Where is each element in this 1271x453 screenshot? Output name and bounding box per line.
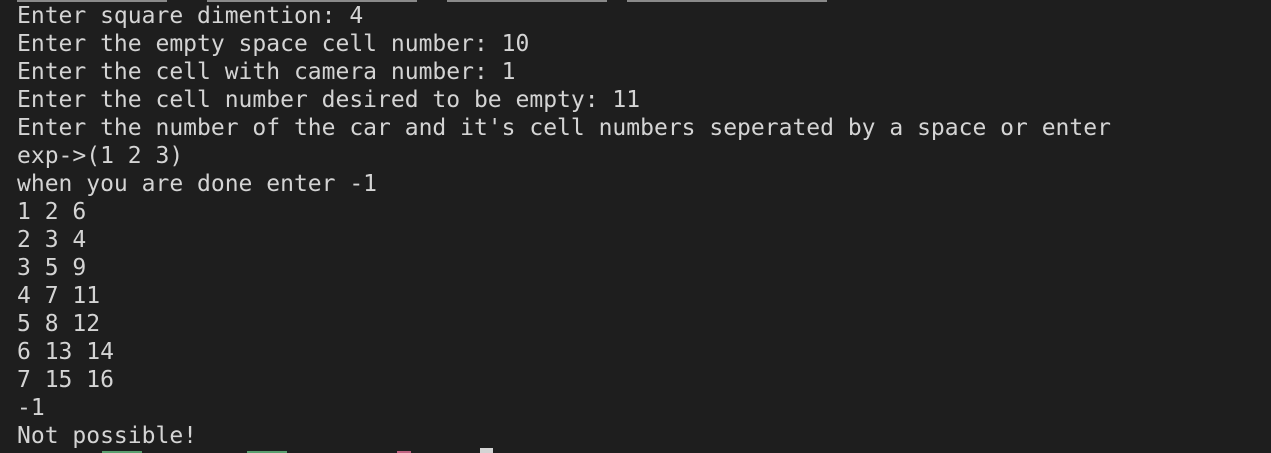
- output-line: Enter the number of the car and it's cel…: [17, 115, 1111, 141]
- output-line: 6 13 14: [17, 339, 114, 365]
- output-line: exp->(1 2 3): [17, 143, 184, 169]
- output-line: 3 5 9: [17, 255, 87, 281]
- output-line: Enter the cell with camera number: 1: [17, 59, 516, 85]
- output-line: Enter square dimention: 4: [17, 3, 364, 29]
- output-line: 4 7 11: [17, 283, 101, 309]
- output-line: Enter the empty space cell number: 10: [17, 31, 530, 57]
- terminal-window[interactable]: Enter square dimention: 4 Enter the empty…: [0, 0, 1271, 453]
- output-line: 7 15 16: [17, 367, 114, 393]
- output-line: 1 2 6: [17, 199, 87, 225]
- clipped-prompt-line: [17, 440, 617, 453]
- output-line: when you are done enter -1: [17, 171, 378, 197]
- text-cursor: [480, 448, 493, 453]
- output-line: Enter the cell number desired to be empt…: [17, 87, 641, 113]
- output-line: 2 3 4: [17, 227, 87, 253]
- output-line: -1: [17, 395, 45, 421]
- terminal-output: Enter square dimention: 4 Enter the empty…: [17, 2, 1111, 450]
- output-line: 5 8 12: [17, 311, 101, 337]
